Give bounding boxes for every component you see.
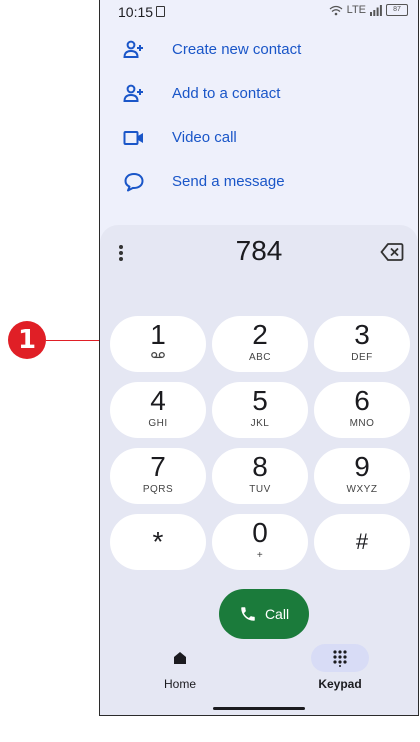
key-letters: MNO xyxy=(349,418,375,429)
send-message-item[interactable]: Send a message xyxy=(100,160,418,204)
dialpad-icon xyxy=(333,650,347,667)
wifi-icon xyxy=(329,5,343,15)
nav-home[interactable]: Home xyxy=(140,644,220,691)
key-letters: WXYZ xyxy=(346,484,378,495)
key-digit: 4 xyxy=(150,385,166,416)
key-digit: 6 xyxy=(354,385,370,416)
add-to-contact-label: Add to a contact xyxy=(172,85,281,102)
sim-card-icon xyxy=(156,6,165,17)
phone-screen: 10:15 LTE 87 Create new contact Add to a… xyxy=(99,0,419,716)
key-star[interactable]: * xyxy=(110,514,206,570)
key-hash[interactable]: # xyxy=(314,514,410,570)
key-0[interactable]: 0 + xyxy=(212,514,308,570)
nav-keypad-pill xyxy=(311,644,369,672)
video-call-label: Video call xyxy=(172,129,237,146)
key-digit: 0 xyxy=(252,517,268,548)
status-time: 10:15 xyxy=(118,4,154,20)
key-digit: 3 xyxy=(354,319,370,350)
key-letters: + xyxy=(256,550,264,561)
contact-actions-list: Create new contact Add to a contact Vide… xyxy=(100,28,418,204)
key-digit: 2 xyxy=(252,319,268,350)
create-new-contact-label: Create new contact xyxy=(172,41,302,58)
key-7[interactable]: 7 PQRS xyxy=(110,448,206,504)
key-letters: GHI xyxy=(148,418,168,429)
key-digit: 1 xyxy=(150,319,166,350)
voicemail-icon xyxy=(151,351,165,359)
key-letters: DEF xyxy=(351,352,373,363)
key-1[interactable]: 1 xyxy=(110,316,206,372)
key-letters: PQRS xyxy=(142,484,174,495)
add-to-contact-item[interactable]: Add to a contact xyxy=(100,72,418,116)
status-bar: 10:15 LTE 87 xyxy=(100,0,418,26)
home-icon xyxy=(174,652,186,664)
signal-icon xyxy=(370,4,382,16)
network-type-label: LTE xyxy=(346,4,366,16)
add-person-icon xyxy=(123,40,143,58)
key-letters: JKL xyxy=(250,418,270,429)
dial-number-row: 784 xyxy=(100,225,418,281)
callout-badge: 1 xyxy=(8,321,46,359)
message-bubble-icon xyxy=(124,173,144,192)
key-9[interactable]: 9 WXYZ xyxy=(314,448,410,504)
call-label: Call xyxy=(264,606,290,622)
key-letters: ABC xyxy=(248,352,272,363)
add-person-icon xyxy=(123,84,143,102)
nav-keypad[interactable]: Keypad xyxy=(300,644,380,691)
key-digit: 5 xyxy=(252,385,268,416)
gesture-home-bar[interactable] xyxy=(213,707,305,710)
battery-icon: 87 xyxy=(386,4,408,16)
key-digit: 8 xyxy=(252,451,268,482)
backspace-icon[interactable] xyxy=(380,241,404,263)
key-3[interactable]: 3 DEF xyxy=(314,316,410,372)
bottom-navigation: Home Keypad xyxy=(100,636,418,715)
video-call-item[interactable]: Video call xyxy=(100,116,418,160)
phone-icon xyxy=(241,607,255,621)
dialpad-panel: 784 1 2 ABC 3 DEF 4 GHI 5 JKL 6 MNO 7 PQ… xyxy=(100,225,418,715)
call-button[interactable]: Call xyxy=(219,589,309,639)
nav-home-pill xyxy=(151,644,209,672)
key-5[interactable]: 5 JKL xyxy=(212,382,308,438)
key-4[interactable]: 4 GHI xyxy=(110,382,206,438)
key-letters: TUV xyxy=(249,484,271,495)
status-icons: LTE 87 xyxy=(329,4,408,16)
key-6[interactable]: 6 MNO xyxy=(314,382,410,438)
video-camera-icon xyxy=(123,131,143,145)
key-digit: * xyxy=(152,526,164,557)
nav-keypad-label: Keypad xyxy=(318,677,362,691)
key-8[interactable]: 8 TUV xyxy=(212,448,308,504)
send-message-label: Send a message xyxy=(172,173,285,190)
key-digit: # xyxy=(355,529,369,554)
nav-home-label: Home xyxy=(163,677,196,691)
dialed-number[interactable]: 784 xyxy=(100,235,418,267)
key-digit: 9 xyxy=(354,451,370,482)
create-new-contact-item[interactable]: Create new contact xyxy=(100,28,418,72)
key-2[interactable]: 2 ABC xyxy=(212,316,308,372)
key-digit: 7 xyxy=(150,451,166,482)
